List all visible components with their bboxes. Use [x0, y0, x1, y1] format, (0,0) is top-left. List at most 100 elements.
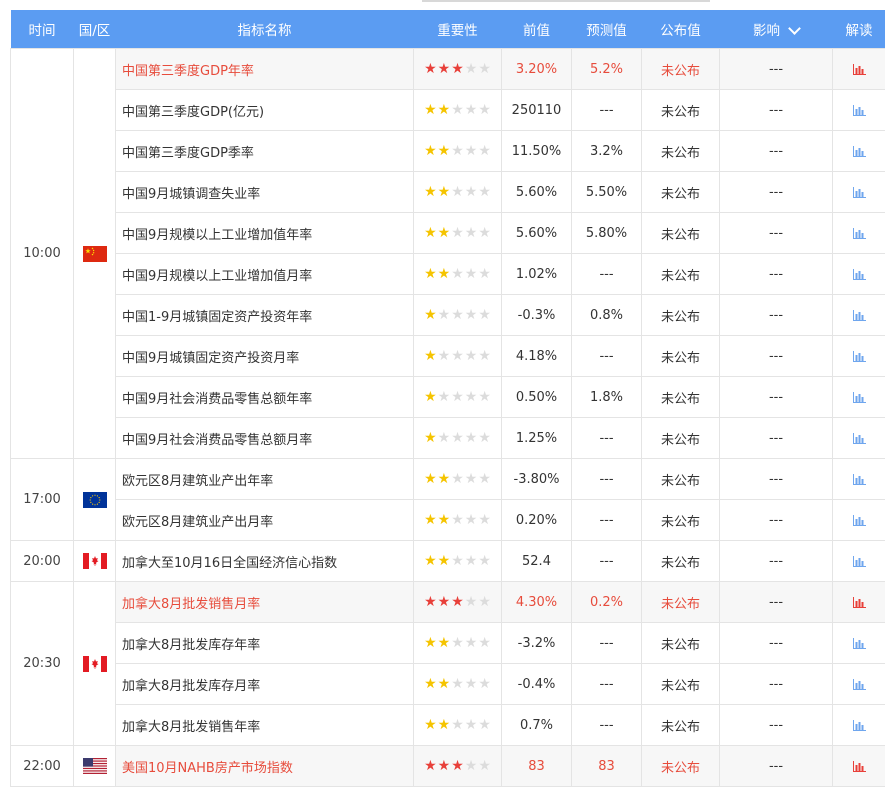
- bar-chart-icon[interactable]: [852, 760, 866, 772]
- indicator-name[interactable]: 中国第三季度GDP年率: [115, 48, 414, 90]
- table-row[interactable]: 17:00 欧元区8月建筑业产出年率 ★ ★ ★ ★ ★ -3.80% --- 未公布 ---: [10, 458, 885, 541]
- indicator-name[interactable]: 加拿大8月批发库存年率: [115, 622, 414, 664]
- analysis-cell[interactable]: [832, 540, 885, 582]
- chevron-down-icon[interactable]: [788, 22, 801, 35]
- star-icon: ★: [451, 224, 464, 241]
- forecast-value: 0.2%: [571, 581, 642, 623]
- star-icon: ★: [437, 429, 451, 446]
- star-icon: ★: [451, 511, 464, 528]
- star-icon: ★: [424, 470, 437, 487]
- bar-chart-icon[interactable]: [852, 555, 866, 567]
- table-row[interactable]: 20:30 加拿大8月批发销售月率 ★ ★ ★ ★ ★ 4.30% 0.2% 未公布 ---: [10, 581, 885, 746]
- previous-value: 4.18%: [501, 335, 572, 377]
- table-row[interactable]: 中国9月规模以上工业增加值月率 ★ ★ ★ ★ ★ 1.02% --- 未公布 ---: [11, 253, 885, 295]
- table-row[interactable]: 中国9月社会消费品零售总额月率 ★ ★ ★ ★ ★ 1.25% --- 未公布 ---: [11, 417, 885, 459]
- eu-flag-icon: [82, 491, 107, 508]
- bar-chart-icon[interactable]: [852, 186, 866, 198]
- table-row[interactable]: 22:00 美国10月NAHB房产市场指数 ★ ★ ★ ★ ★ 83 83 未公布 ---: [10, 745, 885, 787]
- analysis-cell[interactable]: [832, 335, 885, 377]
- indicator-name[interactable]: 中国9月规模以上工业增加值年率: [115, 212, 414, 254]
- region-flag-cell: [73, 540, 116, 582]
- analysis-cell[interactable]: [832, 417, 885, 459]
- indicator-name[interactable]: 中国9月城镇固定资产投资月率: [115, 335, 414, 377]
- table-row[interactable]: 中国第三季度GDP季率 ★ ★ ★ ★ ★ 11.50% 3.2% 未公布 ---: [11, 130, 885, 172]
- indicator-name[interactable]: 中国1-9月城镇固定资产投资年率: [115, 294, 414, 336]
- bar-chart-icon[interactable]: [852, 309, 866, 321]
- forecast-value: ---: [571, 458, 642, 500]
- table-row[interactable]: 中国9月城镇固定资产投资月率 ★ ★ ★ ★ ★ 4.18% --- 未公布 ---: [11, 335, 885, 377]
- forecast-value: 0.8%: [571, 294, 642, 336]
- table-row[interactable]: 10:00 中国第三季度GDP年率 ★ ★ ★ ★ ★ 3.20% 5.2% 未公布 ---: [10, 48, 885, 459]
- bar-chart-icon[interactable]: [852, 596, 866, 608]
- table-row[interactable]: 20:00 加拿大至10月16日全国经济信心指数 ★ ★ ★ ★ ★ 52.4 --- 未公布 --…: [10, 540, 885, 582]
- star-icon: ★: [478, 101, 491, 118]
- indicator-name[interactable]: 加拿大8月批发库存月率: [115, 663, 414, 705]
- star-icon: ★: [464, 265, 478, 282]
- analysis-cell[interactable]: [832, 48, 885, 90]
- bar-chart-icon[interactable]: [852, 227, 866, 239]
- analysis-cell[interactable]: [832, 294, 885, 336]
- bar-chart-icon[interactable]: [852, 473, 866, 485]
- indicator-name[interactable]: 中国9月社会消费品零售总额月率: [115, 417, 414, 459]
- table-row[interactable]: 欧元区8月建筑业产出月率 ★ ★ ★ ★ ★ 0.20% --- 未公布 ---: [11, 499, 885, 541]
- bar-chart-icon[interactable]: [852, 268, 866, 280]
- analysis-cell[interactable]: [832, 89, 885, 131]
- table-row[interactable]: 加拿大8月批发库存年率 ★ ★ ★ ★ ★ -3.2% --- 未公布 ---: [11, 622, 885, 664]
- star-icon: ★: [464, 388, 478, 405]
- table-row[interactable]: 中国1-9月城镇固定资产投资年率 ★ ★ ★ ★ ★ -0.3% 0.8% 未公布 ---: [11, 294, 885, 336]
- table-row[interactable]: 中国第三季度GDP(亿元) ★ ★ ★ ★ ★ 250110 --- 未公布 ---: [11, 89, 885, 131]
- indicator-name[interactable]: 中国第三季度GDP(亿元): [115, 89, 414, 131]
- bar-chart-icon[interactable]: [852, 350, 866, 362]
- table-row[interactable]: 加拿大8月批发销售年率 ★ ★ ★ ★ ★ 0.7% --- 未公布 ---: [11, 704, 885, 746]
- table-row[interactable]: 中国9月城镇调查失业率 ★ ★ ★ ★ ★ 5.60% 5.50% 未公布 ---: [11, 171, 885, 213]
- star-icon: ★: [464, 347, 478, 364]
- analysis-cell[interactable]: [832, 253, 885, 295]
- bar-chart-icon[interactable]: [852, 104, 866, 116]
- table-row[interactable]: 加拿大8月批发库存月率 ★ ★ ★ ★ ★ -0.4% --- 未公布 ---: [11, 663, 885, 705]
- indicator-name[interactable]: 中国第三季度GDP季率: [115, 130, 414, 172]
- analysis-cell[interactable]: [832, 663, 885, 705]
- star-icon: ★: [424, 757, 437, 774]
- analysis-cell[interactable]: [832, 704, 885, 746]
- bar-chart-icon[interactable]: [852, 145, 866, 157]
- bar-chart-icon[interactable]: [852, 637, 866, 649]
- importance-stars: ★ ★ ★ ★ ★: [413, 622, 502, 664]
- table-row[interactable]: 中国9月社会消费品零售总额年率 ★ ★ ★ ★ ★ 0.50% 1.8% 未公布 ---: [11, 376, 885, 418]
- analysis-cell[interactable]: [832, 745, 885, 787]
- star-icon: ★: [424, 634, 437, 651]
- bar-chart-icon[interactable]: [852, 514, 866, 526]
- indicator-name[interactable]: 中国9月社会消费品零售总额年率: [115, 376, 414, 418]
- bar-chart-icon[interactable]: [852, 63, 866, 75]
- table-row[interactable]: 中国9月规模以上工业增加值年率 ★ ★ ★ ★ ★ 5.60% 5.80% 未公布 ---: [11, 212, 885, 254]
- indicator-name[interactable]: 美国10月NAHB房产市场指数: [115, 745, 414, 787]
- indicator-name[interactable]: 欧元区8月建筑业产出月率: [115, 499, 414, 541]
- indicator-name[interactable]: 加拿大8月批发销售月率: [115, 581, 414, 623]
- bar-chart-icon[interactable]: [852, 432, 866, 444]
- bar-chart-icon[interactable]: [852, 719, 866, 731]
- economic-calendar-table: 时间 国/区 指标名称 重要性 前值 预测值 公布值 影响 解读 10:00 中国…: [10, 10, 885, 787]
- analysis-cell[interactable]: [832, 622, 885, 664]
- indicator-name[interactable]: 欧元区8月建筑业产出年率: [115, 458, 414, 500]
- bar-chart-icon[interactable]: [852, 391, 866, 403]
- analysis-cell[interactable]: [832, 171, 885, 213]
- star-icon: ★: [478, 306, 491, 323]
- indicator-name[interactable]: 中国9月规模以上工业增加值月率: [115, 253, 414, 295]
- analysis-cell[interactable]: [832, 376, 885, 418]
- analysis-cell[interactable]: [832, 499, 885, 541]
- analysis-cell[interactable]: [832, 130, 885, 172]
- analysis-cell[interactable]: [832, 581, 885, 623]
- analysis-cell[interactable]: [832, 458, 885, 500]
- star-icon: ★: [464, 183, 478, 200]
- bar-chart-icon[interactable]: [852, 678, 866, 690]
- actual-value: 未公布: [641, 130, 720, 172]
- previous-value: 1.25%: [501, 417, 572, 459]
- indicator-name[interactable]: 加拿大8月批发销售年率: [115, 704, 414, 746]
- indicator-name[interactable]: 加拿大至10月16日全国经济信心指数: [115, 540, 414, 582]
- header-impact[interactable]: 影响: [719, 10, 833, 49]
- analysis-cell[interactable]: [832, 212, 885, 254]
- importance-stars: ★ ★ ★ ★ ★: [413, 130, 502, 172]
- indicator-name[interactable]: 中国9月城镇调查失业率: [115, 171, 414, 213]
- forecast-value: ---: [571, 704, 642, 746]
- previous-value: 0.50%: [501, 376, 572, 418]
- importance-stars: ★ ★ ★ ★ ★: [413, 212, 502, 254]
